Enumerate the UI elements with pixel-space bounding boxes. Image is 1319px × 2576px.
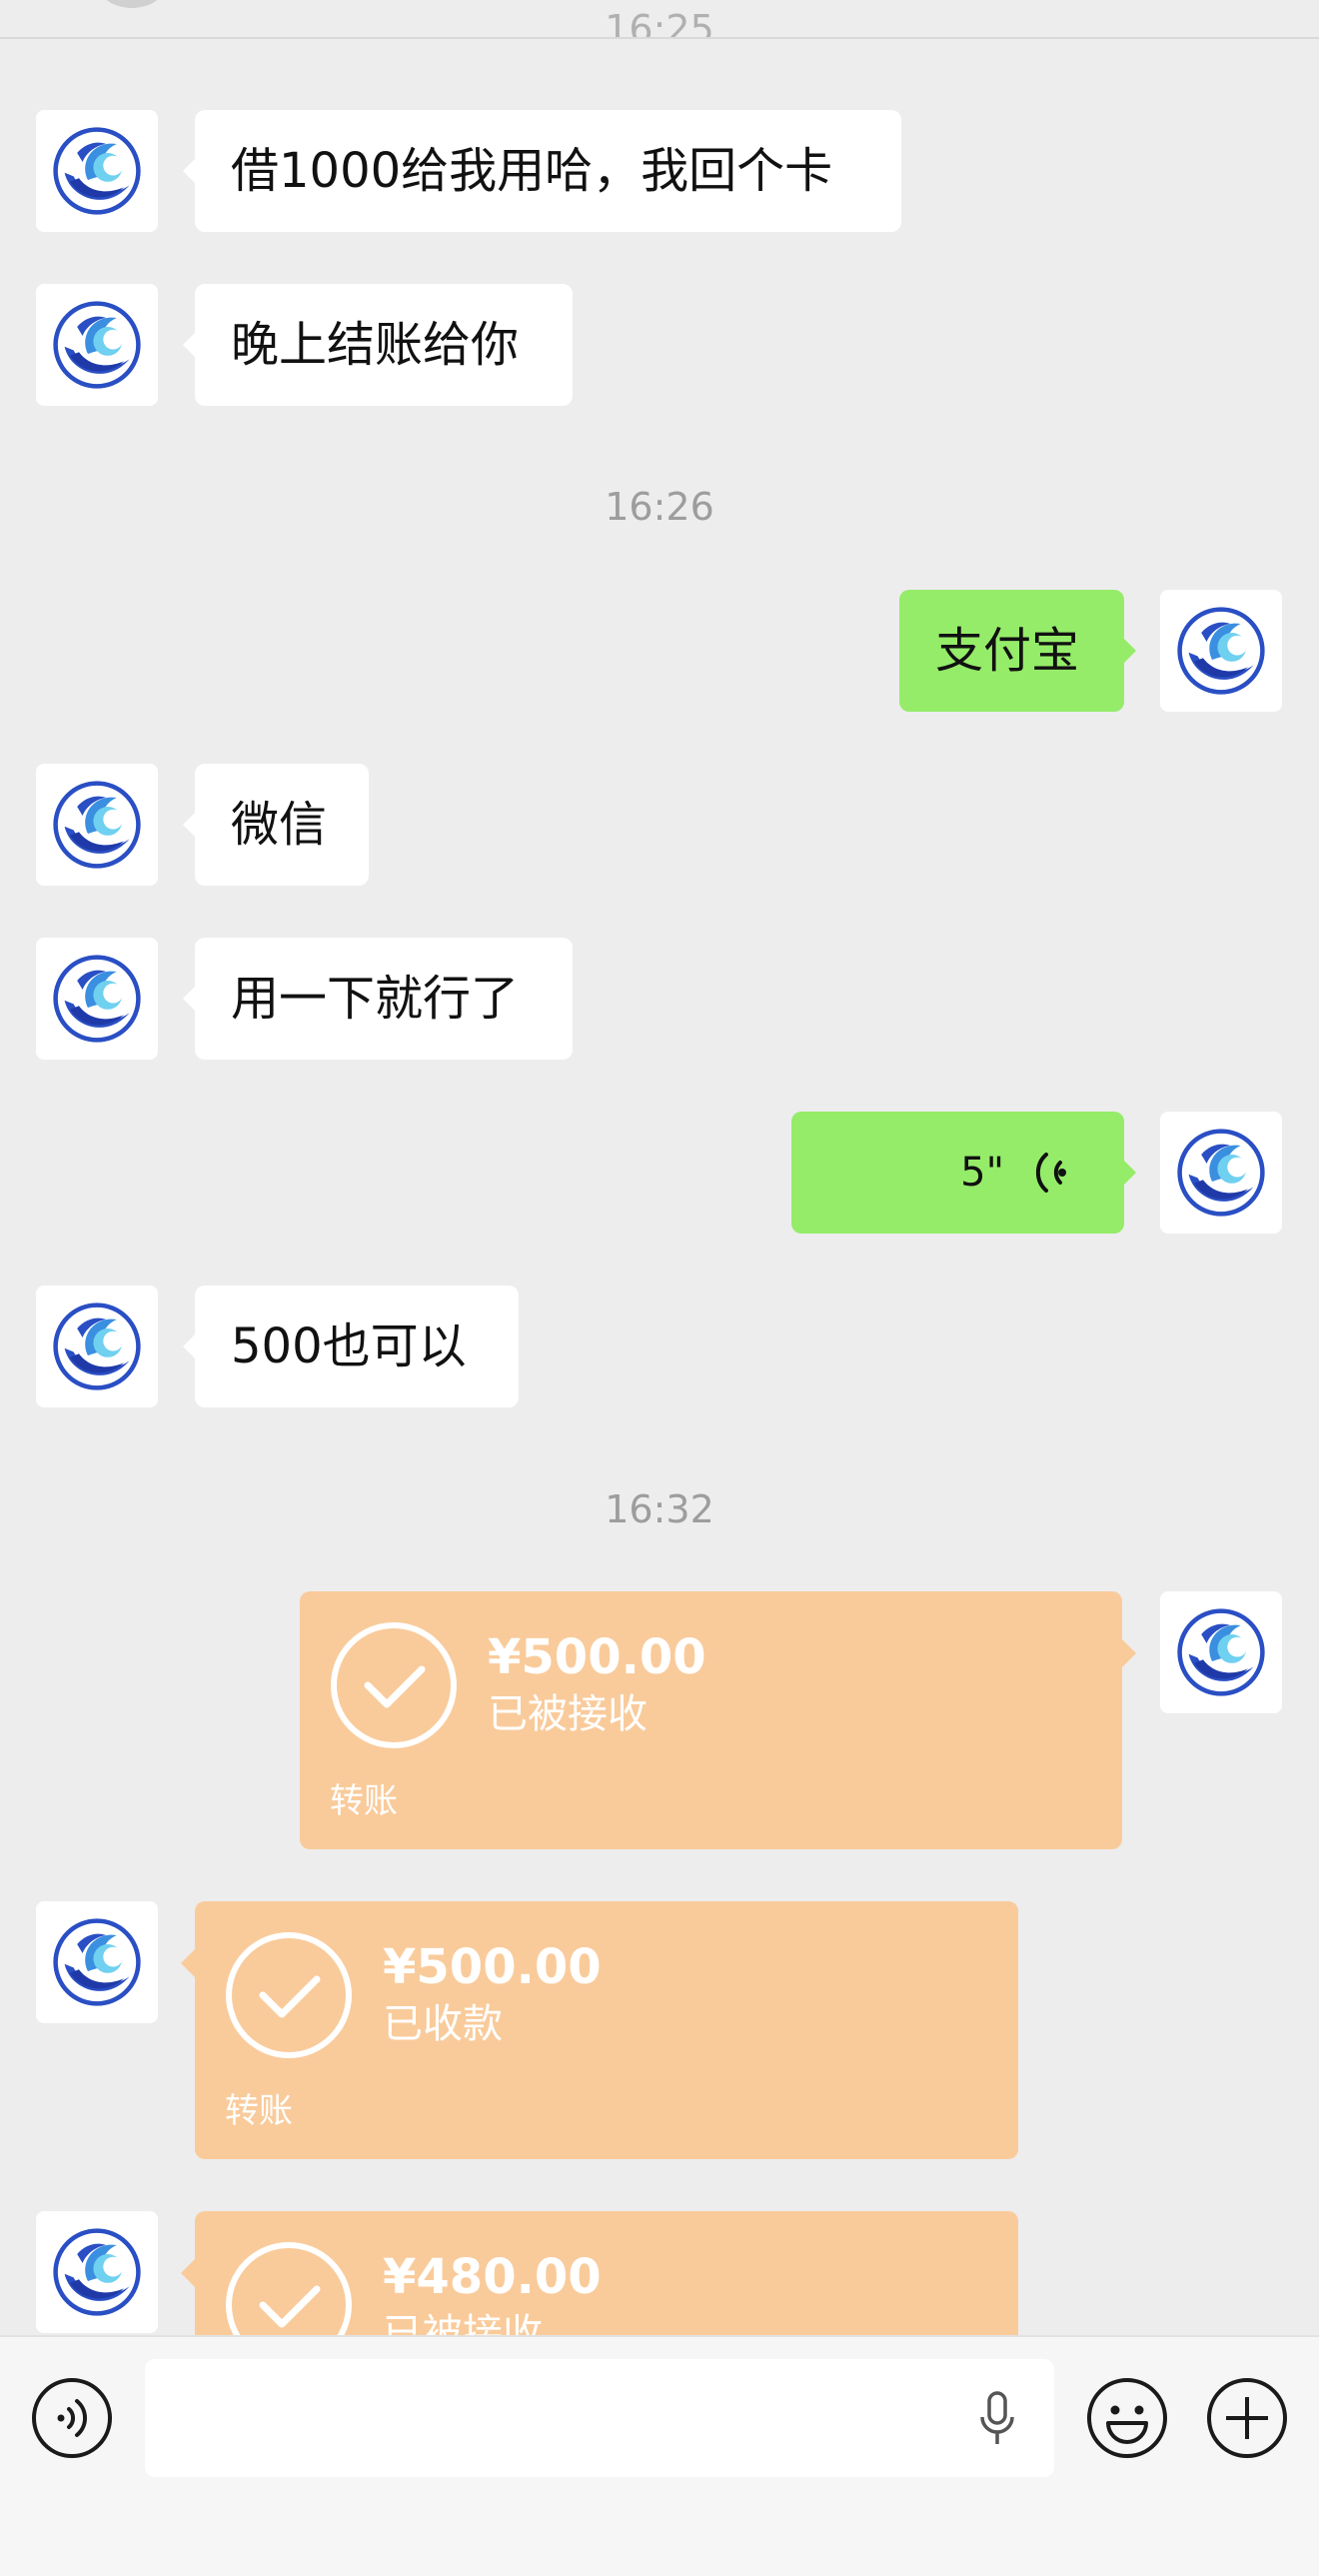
avatar[interactable]: [36, 1286, 158, 1407]
avatar[interactable]: [36, 938, 158, 1060]
avatar[interactable]: [36, 1901, 158, 2023]
message-text: 晚上结账给你: [231, 317, 520, 373]
message-input[interactable]: [145, 2359, 1054, 2477]
avatar[interactable]: [36, 764, 158, 886]
timestamp: 16:32: [605, 1487, 714, 1531]
voice-wave-icon: [1035, 1153, 1066, 1193]
message-bubble[interactable]: 500也可以: [183, 1286, 519, 1407]
microphone-icon[interactable]: [978, 2391, 1016, 2447]
top-header: 16:25: [0, 0, 1319, 39]
transfer-amount: ¥500.00: [488, 1629, 706, 1685]
avatar[interactable]: [36, 2211, 158, 2333]
message-text: 支付宝: [935, 623, 1080, 679]
transfer-status: 已收款: [383, 2001, 503, 2047]
phoenix-logo-icon: [52, 126, 142, 216]
transfer-label: 转账: [225, 2091, 293, 2131]
message-bubble[interactable]: 支付宝: [899, 590, 1136, 712]
voice-message-bubble[interactable]: 5": [791, 1112, 1136, 1234]
check-circle-icon: [330, 1621, 458, 1749]
transfer-amount: ¥480.00: [383, 2249, 602, 2305]
phoenix-logo-icon: [52, 780, 142, 870]
phoenix-logo-icon: [52, 1301, 142, 1391]
input-bar: [0, 2335, 1319, 2576]
voice-mode-icon[interactable]: [31, 2377, 113, 2459]
check-circle-icon: [225, 1931, 353, 2059]
phoenix-logo-icon: [1176, 606, 1266, 696]
plus-icon[interactable]: [1206, 2377, 1288, 2459]
transfer-status: 已被接收: [488, 1691, 648, 1737]
emoji-icon[interactable]: [1086, 2377, 1168, 2459]
transfer-label: 转账: [330, 1781, 398, 1821]
phoenix-logo-icon: [52, 300, 142, 390]
message-text: 微信: [231, 797, 328, 853]
transfer-card[interactable]: ¥500.00 已被接收 转账: [300, 1591, 1136, 1849]
phoenix-logo-icon: [52, 954, 142, 1044]
avatar[interactable]: [36, 110, 158, 232]
phoenix-logo-icon: [1176, 1607, 1266, 1697]
message-bubble[interactable]: 借1000给我用哈，我回个卡: [183, 110, 901, 232]
message-bubble[interactable]: 微信: [183, 764, 369, 886]
phoenix-logo-icon: [52, 2227, 142, 2317]
avatar[interactable]: [36, 284, 158, 406]
timestamp: 16:26: [605, 485, 714, 529]
avatar[interactable]: [1160, 590, 1282, 712]
message-text: 借1000给我用哈，我回个卡: [231, 143, 833, 199]
phoenix-logo-icon: [1176, 1128, 1266, 1218]
message-bubble[interactable]: 用一下就行了: [183, 938, 573, 1060]
avatar[interactable]: [1160, 1112, 1282, 1234]
clipped-timestamp: 16:25: [605, 7, 714, 39]
message-text: 用一下就行了: [231, 971, 520, 1027]
transfer-amount: ¥500.00: [383, 1939, 602, 1995]
message-bubble[interactable]: 晚上结账给你: [183, 284, 573, 406]
transfer-card[interactable]: ¥500.00 已收款 转账: [181, 1901, 1018, 2159]
message-text: 500也可以: [231, 1318, 467, 1374]
back-button[interactable]: [98, 0, 166, 8]
avatar[interactable]: [1160, 1591, 1282, 1713]
voice-duration: 5": [960, 1150, 1004, 1196]
phoenix-logo-icon: [52, 1917, 142, 2007]
